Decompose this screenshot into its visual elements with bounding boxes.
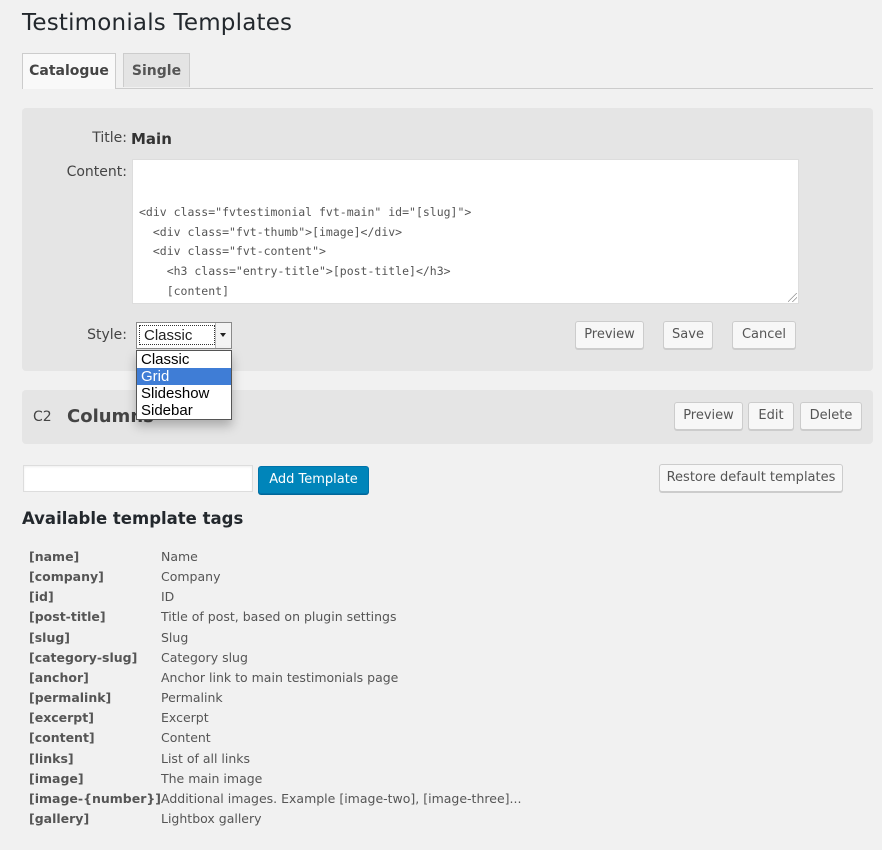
style-option-grid[interactable]: Grid: [137, 368, 231, 385]
tag-description: List of all links: [161, 750, 251, 766]
style-option-slideshow[interactable]: Slideshow: [137, 385, 231, 402]
content-label: Content:: [66, 164, 127, 180]
code-line: <div class="fvt-content">: [139, 244, 326, 259]
page-title: Testimonials Templates: [22, 10, 293, 36]
tab-catalogue[interactable]: Catalogue: [22, 53, 116, 89]
tag-description: Permalink: [161, 690, 223, 706]
tag-name: [anchor]: [29, 669, 89, 685]
tag-name: [image]: [29, 770, 84, 786]
tag-description: Lightbox gallery: [161, 810, 262, 826]
content-textarea[interactable]: <div class="fvtestimonial fvt-main" id="…: [132, 159, 799, 304]
tag-name: [slug]: [29, 629, 70, 645]
style-select-value: Classic: [139, 325, 215, 345]
tag-description: Additional images. Example [image-two], …: [161, 790, 522, 806]
tag-name: [image-{number}]: [29, 790, 161, 806]
code-line: [content]: [139, 283, 230, 298]
tag-description: Name: [161, 549, 198, 564]
preview-button[interactable]: Preview: [575, 321, 644, 349]
tag-description: Content: [161, 730, 211, 746]
style-label: Style:: [87, 327, 127, 343]
add-template-button[interactable]: Add Template: [258, 466, 369, 494]
new-template-input[interactable]: [23, 465, 253, 492]
code-line: <h3 class="entry-title">[post-title]</h3…: [139, 263, 451, 278]
template-code: C2: [33, 409, 52, 425]
tag-description: Title of post, based on plugin settings: [161, 609, 397, 625]
tag-name: [category-slug]: [29, 649, 138, 665]
code-line: <div class="fvt-thumb">[image]</div>: [139, 224, 403, 239]
tag-description: Company: [161, 569, 221, 585]
title-label: Title:: [92, 130, 127, 146]
tag-name: [gallery]: [29, 810, 90, 826]
code-line: </div>: [139, 301, 792, 303]
row-edit-button[interactable]: Edit: [748, 402, 794, 430]
row-delete-button[interactable]: Delete: [800, 402, 862, 430]
tag-name: [id]: [29, 589, 54, 605]
tab-single[interactable]: Single: [123, 53, 190, 87]
chevron-down-icon[interactable]: [215, 323, 231, 348]
template-edit-panel: Title: Main Content: <div class="fvtesti…: [22, 108, 873, 371]
resize-handle-icon[interactable]: [788, 293, 797, 302]
tag-name: [company]: [29, 569, 104, 585]
tags-section-title: Available template tags: [22, 509, 244, 528]
tag-name: [excerpt]: [29, 710, 94, 726]
tag-name: [permalink]: [29, 690, 112, 706]
save-button[interactable]: Save: [663, 321, 713, 349]
style-select[interactable]: Classic: [136, 322, 232, 349]
style-dropdown-list: Classic Grid Slideshow Sidebar: [136, 350, 232, 420]
tab-bar: Catalogue Single: [22, 53, 873, 89]
tag-description: Slug: [161, 629, 189, 645]
code-line: <div class="fvtestimonial fvt-main" id="…: [139, 205, 472, 220]
tag-description: The main image: [161, 770, 263, 786]
restore-default-templates-button[interactable]: Restore default templates: [659, 464, 843, 492]
tag-description: Anchor link to main testimonials page: [161, 669, 399, 685]
tag-name: [links]: [29, 750, 74, 766]
style-option-sidebar[interactable]: Sidebar: [137, 402, 231, 419]
tag-name: [content]: [29, 730, 95, 746]
tag-name: [post-title]: [29, 609, 106, 625]
tag-name: [name]: [29, 549, 80, 564]
tag-description: Excerpt: [161, 710, 209, 726]
style-option-classic[interactable]: Classic: [137, 351, 231, 368]
tag-description: ID: [161, 589, 175, 605]
title-value: Main: [131, 130, 172, 148]
cancel-button[interactable]: Cancel: [732, 321, 796, 349]
tag-description: Category slug: [161, 649, 248, 665]
row-preview-button[interactable]: Preview: [674, 402, 743, 430]
